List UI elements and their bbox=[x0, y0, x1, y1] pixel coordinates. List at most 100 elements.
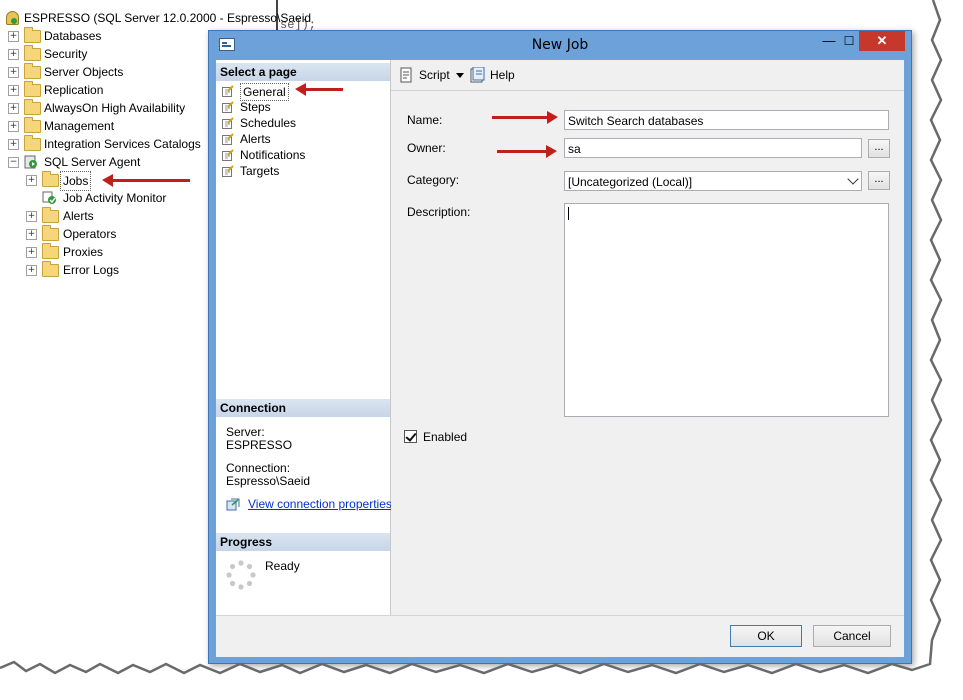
progress-header: Progress bbox=[216, 533, 390, 551]
expand-icon[interactable]: + bbox=[8, 139, 19, 150]
progress-status: Ready bbox=[265, 559, 300, 573]
expand-icon[interactable]: + bbox=[8, 49, 19, 60]
folder-icon bbox=[24, 135, 41, 151]
help-icon bbox=[470, 66, 485, 83]
tree-node-label: Management bbox=[44, 119, 115, 133]
name-label: Name: bbox=[407, 113, 443, 127]
page-icon bbox=[222, 117, 234, 129]
close-button[interactable]: ✕ bbox=[859, 31, 905, 51]
tree-node-label: Security bbox=[44, 47, 88, 61]
folder-icon bbox=[42, 225, 59, 241]
expand-icon[interactable]: + bbox=[8, 85, 19, 96]
page-icon bbox=[222, 133, 234, 145]
tree-node-label: Integration Services Catalogs bbox=[44, 137, 201, 151]
tree-node-label: SQL Server Agent bbox=[44, 155, 141, 169]
owner-label: Owner: bbox=[407, 141, 446, 155]
sql-agent-icon bbox=[24, 155, 38, 169]
page-item-label: Notifications bbox=[240, 148, 306, 162]
folder-icon bbox=[42, 261, 59, 277]
left-pane: Select a page General Steps Schedules Alert… bbox=[216, 60, 392, 615]
tree-node-label: Server Objects bbox=[44, 65, 124, 79]
expand-icon[interactable]: + bbox=[26, 211, 37, 222]
server-icon bbox=[6, 11, 19, 25]
page-item-label: Steps bbox=[240, 100, 271, 114]
enabled-checkbox[interactable] bbox=[404, 430, 417, 443]
new-job-dialog: New Job — ☐ ✕ Select a page General Steps… bbox=[208, 30, 912, 664]
category-label: Category: bbox=[407, 173, 460, 187]
annotation-arrow-general bbox=[295, 83, 343, 96]
view-connection-properties-link[interactable]: View connection properties bbox=[248, 498, 392, 511]
expand-icon[interactable]: + bbox=[26, 175, 37, 186]
page-icon bbox=[222, 101, 234, 113]
tree-node-label: Alerts bbox=[63, 209, 94, 223]
folder-icon bbox=[24, 81, 41, 97]
folder-icon bbox=[42, 207, 59, 223]
script-icon bbox=[399, 67, 413, 83]
collapse-icon[interactable]: − bbox=[8, 157, 19, 168]
tree-node-label: Jobs bbox=[60, 171, 92, 191]
tree-node-label: Operators bbox=[63, 227, 117, 241]
page-icon bbox=[222, 165, 234, 177]
server-node[interactable]: ESPRESSO (SQL Server 12.0.2000 - Espress… bbox=[6, 9, 311, 27]
tree-node-label: Job Activity Monitor bbox=[63, 191, 167, 205]
folder-icon bbox=[24, 99, 41, 115]
folder-icon bbox=[24, 63, 41, 79]
folder-icon bbox=[24, 45, 41, 61]
select-page-header: Select a page bbox=[216, 63, 390, 81]
expand-icon[interactable]: + bbox=[8, 103, 19, 114]
expand-icon[interactable]: + bbox=[8, 67, 19, 78]
folder-icon bbox=[42, 171, 59, 187]
tree-node-label: AlwaysOn High Availability bbox=[44, 101, 186, 115]
page-item-label: Schedules bbox=[240, 116, 297, 130]
description-label: Description: bbox=[407, 205, 471, 219]
checkmark-icon bbox=[405, 430, 417, 442]
maximize-button[interactable]: ☐ bbox=[839, 31, 859, 51]
dialog-title: New Job bbox=[531, 37, 589, 53]
expand-icon[interactable]: + bbox=[8, 31, 19, 42]
chevron-down-icon bbox=[847, 173, 859, 185]
tree-node-label: Replication bbox=[44, 83, 104, 97]
ok-button[interactable]: OK bbox=[730, 625, 802, 647]
enabled-label: Enabled bbox=[423, 430, 468, 444]
category-browse-button[interactable]: ... bbox=[868, 171, 890, 190]
page-icon bbox=[222, 149, 234, 161]
progress-spinner-icon bbox=[226, 560, 256, 593]
owner-field[interactable]: sa bbox=[564, 138, 862, 158]
page-item-label: Alerts bbox=[240, 132, 271, 146]
expand-icon[interactable]: + bbox=[26, 265, 37, 276]
folder-icon bbox=[24, 117, 41, 133]
folder-icon bbox=[42, 243, 59, 259]
expand-icon[interactable]: + bbox=[26, 247, 37, 258]
owner-browse-button[interactable]: ... bbox=[868, 139, 890, 158]
name-field[interactable]: Switch Search databases bbox=[564, 110, 889, 130]
tree-node-label: Proxies bbox=[63, 245, 104, 259]
script-label: Script bbox=[419, 68, 450, 82]
tree-node-label: Error Logs bbox=[63, 263, 120, 277]
category-value: [Uncategorized (Local)] bbox=[568, 175, 693, 189]
expand-icon[interactable]: + bbox=[26, 229, 37, 240]
server-node-label: ESPRESSO (SQL Server 12.0.2000 - Espress… bbox=[24, 11, 312, 25]
dialog-client-area: Select a page General Steps Schedules Alert… bbox=[216, 60, 904, 657]
description-field[interactable] bbox=[564, 203, 889, 417]
connection-value: Espresso\Saeid bbox=[226, 474, 311, 488]
help-label: Help bbox=[490, 68, 515, 82]
expand-icon[interactable]: + bbox=[8, 121, 19, 132]
category-select[interactable]: [Uncategorized (Local)] bbox=[564, 171, 862, 191]
connection-header: Connection bbox=[216, 399, 390, 417]
page-item-label: Targets bbox=[240, 164, 280, 178]
annotation-arrow-jobs bbox=[102, 174, 190, 187]
annotation-arrow-owner bbox=[497, 145, 557, 158]
dialog-titlebar[interactable]: New Job — ☐ ✕ bbox=[209, 31, 911, 59]
connection-properties-icon bbox=[226, 498, 240, 511]
dialog-toolbar: Script Help bbox=[391, 60, 904, 91]
cancel-button[interactable]: Cancel bbox=[813, 625, 891, 647]
job-activity-monitor-icon bbox=[42, 191, 57, 205]
tree-node-label: Databases bbox=[44, 29, 102, 43]
folder-icon bbox=[24, 27, 41, 43]
right-pane: Script Help Name: Switch Search database… bbox=[391, 60, 904, 615]
annotation-arrow-name bbox=[492, 111, 558, 124]
script-dropdown-icon[interactable] bbox=[456, 73, 464, 78]
server-value: ESPRESSO bbox=[226, 438, 293, 452]
text-cursor bbox=[568, 207, 569, 220]
page-icon bbox=[222, 85, 234, 97]
